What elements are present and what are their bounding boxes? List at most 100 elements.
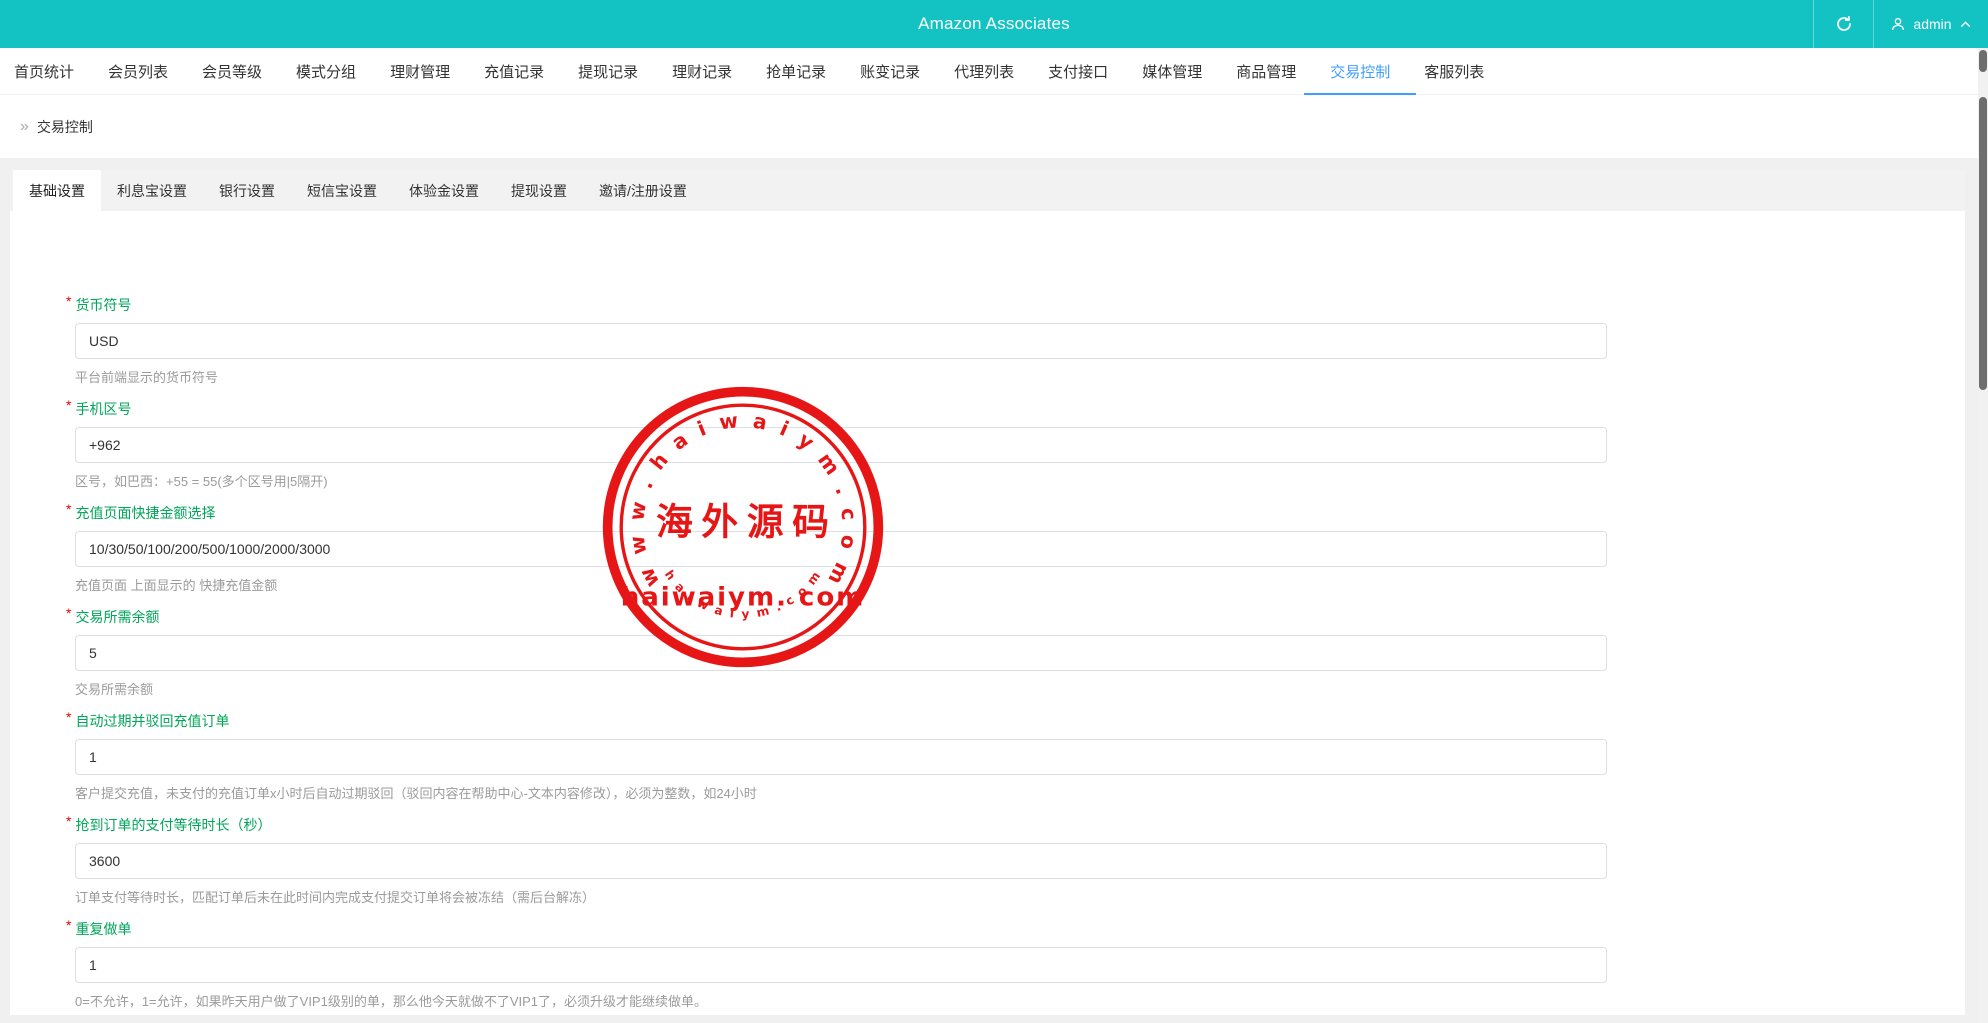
field-label-text: 抢到订单的支付等待时长（秒） [75,816,271,834]
settings-card: 基础设置 利息宝设置 银行设置 短信宝设置 体验金设置 提现设置 邀请/注册设置 [10,170,1965,1015]
nav-item[interactable]: 抢单记录 [766,48,826,95]
nav-item[interactable]: 提现记录 [578,48,638,95]
settings-tab[interactable]: 利息宝设置 [101,170,203,211]
breadcrumb-chevrons-icon: » [20,118,29,136]
nav-item-label: 模式分组 [296,61,356,82]
nav-item-label: 抢单记录 [766,61,826,82]
form-field: * 重复做单 0=不允许，1=允许，如果昨天用户做了VIP1级别的单，那么他今天… [66,920,1965,1010]
field-input[interactable] [75,323,1607,359]
page-content: 基础设置 利息宝设置 银行设置 短信宝设置 体验金设置 提现设置 邀请/注册设置 [0,158,1988,1015]
nav-item-label: 账变记录 [860,61,920,82]
field-input[interactable] [75,843,1607,879]
form-field: * 抢到订单的支付等待时长（秒） 订单支付等待时长，匹配订单后未在此时间内完成支… [66,816,1965,906]
field-label-text: 重复做单 [75,920,131,938]
app-header: Amazon Associates admin [0,0,1988,48]
nav-item-label: 媒体管理 [1142,61,1202,82]
required-asterisk: * [66,814,71,828]
field-label-text: 自动过期并驳回充值订单 [75,712,229,730]
settings-tab-label: 短信宝设置 [307,181,377,201]
field-input[interactable] [75,427,1607,463]
form-field: * 交易所需余额 交易所需余额 [66,608,1965,698]
field-hint: 订单支付等待时长，匹配订单后未在此时间内完成支付提交订单将会被冻结（需后台解冻） [75,889,1965,906]
field-input[interactable] [75,947,1607,983]
form-field: * 充值页面快捷金额选择 充值页面 上面显示的 快捷充值金额 [66,504,1965,594]
admin-app: Amazon Associates admin [0,0,1988,1023]
nav-item[interactable]: 账变记录 [860,48,920,95]
breadcrumb: » 交易控制 [0,95,1988,158]
header-actions: admin [1813,0,1988,48]
settings-tab-label: 体验金设置 [409,181,479,201]
field-hint: 交易所需余额 [75,681,1965,698]
field-label: * 手机区号 [66,400,1965,418]
form-field: * 自动过期并驳回充值订单 客户提交充值，未支付的充值订单x小时后自动过期驳回（… [66,712,1965,802]
nav-item[interactable]: 充值记录 [484,48,544,95]
required-asterisk: * [66,398,71,412]
nav-item[interactable]: 理财记录 [672,48,732,95]
field-label: * 充值页面快捷金额选择 [66,504,1965,522]
nav-item-label: 提现记录 [578,61,638,82]
form-field: * 货币符号 平台前端显示的货币符号 [66,296,1965,386]
admin-menu[interactable]: admin [1873,0,1988,48]
field-label-text: 充值页面快捷金额选择 [75,504,215,522]
app-title: Amazon Associates [918,14,1070,34]
settings-tab-label: 提现设置 [511,181,567,201]
settings-tab[interactable]: 体验金设置 [393,170,495,211]
nav-item[interactable]: 首页统计 [14,48,74,95]
nav-item-label: 代理列表 [954,61,1014,82]
field-input[interactable] [75,635,1607,671]
nav-item-label: 会员列表 [108,61,168,82]
nav-item[interactable]: 商品管理 [1236,48,1296,95]
settings-tab-label: 利息宝设置 [117,181,187,201]
settings-tab-label: 银行设置 [219,181,275,201]
nav-item[interactable]: 模式分组 [296,48,356,95]
nav-item[interactable]: 交易控制 [1330,48,1390,95]
field-hint: 客户提交充值，未支付的充值订单x小时后自动过期驳回（驳回内容在帮助中心-文本内容… [75,785,1965,802]
nav-item-label: 理财记录 [672,61,732,82]
field-label: * 交易所需余额 [66,608,1965,626]
nav-item[interactable]: 理财管理 [390,48,450,95]
scrollbar-thumb[interactable] [1979,97,1987,390]
nav-item-label: 客服列表 [1424,61,1484,82]
nav-item[interactable]: 会员等级 [202,48,262,95]
field-input[interactable] [75,739,1607,775]
field-input[interactable] [75,531,1607,567]
field-label: * 货币符号 [66,296,1965,314]
settings-tab[interactable]: 短信宝设置 [291,170,393,211]
nav-item[interactable]: 媒体管理 [1142,48,1202,95]
field-hint: 平台前端显示的货币符号 [75,369,1965,386]
nav-item[interactable]: 支付接口 [1048,48,1108,95]
required-asterisk: * [66,606,71,620]
field-label: * 自动过期并驳回充值订单 [66,712,1965,730]
settings-tab[interactable]: 基础设置 [13,170,101,211]
settings-tab[interactable]: 邀请/注册设置 [583,170,703,211]
nav-item[interactable]: 会员列表 [108,48,168,95]
refresh-icon [1835,15,1853,33]
field-label-text: 交易所需余额 [75,608,159,626]
nav-active-underline [1304,93,1416,95]
refresh-button[interactable] [1813,0,1873,48]
nav-item-label: 会员等级 [202,61,262,82]
required-asterisk: * [66,710,71,724]
nav-item-label: 商品管理 [1236,61,1296,82]
person-icon [1890,16,1906,32]
chevron-up-icon [1959,18,1972,31]
field-hint: 区号，如巴西：+55 = 55(多个区号用|5隔开) [75,473,1965,490]
field-label: * 抢到订单的支付等待时长（秒） [66,816,1965,834]
field-label: * 重复做单 [66,920,1965,938]
admin-label: admin [1913,16,1951,32]
form-field: * 手机区号 区号，如巴西：+55 = 55(多个区号用|5隔开) [66,400,1965,490]
settings-form: * 货币符号 平台前端显示的货币符号 * 手机区号 区号，如巴西：+55 = 5… [10,211,1965,1015]
vertical-scrollbar[interactable] [1978,48,1988,1023]
breadcrumb-label: 交易控制 [37,117,93,137]
required-asterisk: * [66,502,71,516]
field-hint: 0=不允许，1=允许，如果昨天用户做了VIP1级别的单，那么他今天就做不了VIP… [75,993,1965,1010]
settings-tab[interactable]: 提现设置 [495,170,583,211]
field-label-text: 手机区号 [75,400,131,418]
scrollbar-thumb[interactable] [1979,50,1987,72]
nav-item-label: 充值记录 [484,61,544,82]
settings-tabs: 基础设置 利息宝设置 银行设置 短信宝设置 体验金设置 提现设置 邀请/注册设置 [10,170,1965,211]
nav-item[interactable]: 客服列表 [1424,48,1484,95]
field-label-text: 货币符号 [75,296,131,314]
nav-item[interactable]: 代理列表 [954,48,1014,95]
settings-tab[interactable]: 银行设置 [203,170,291,211]
